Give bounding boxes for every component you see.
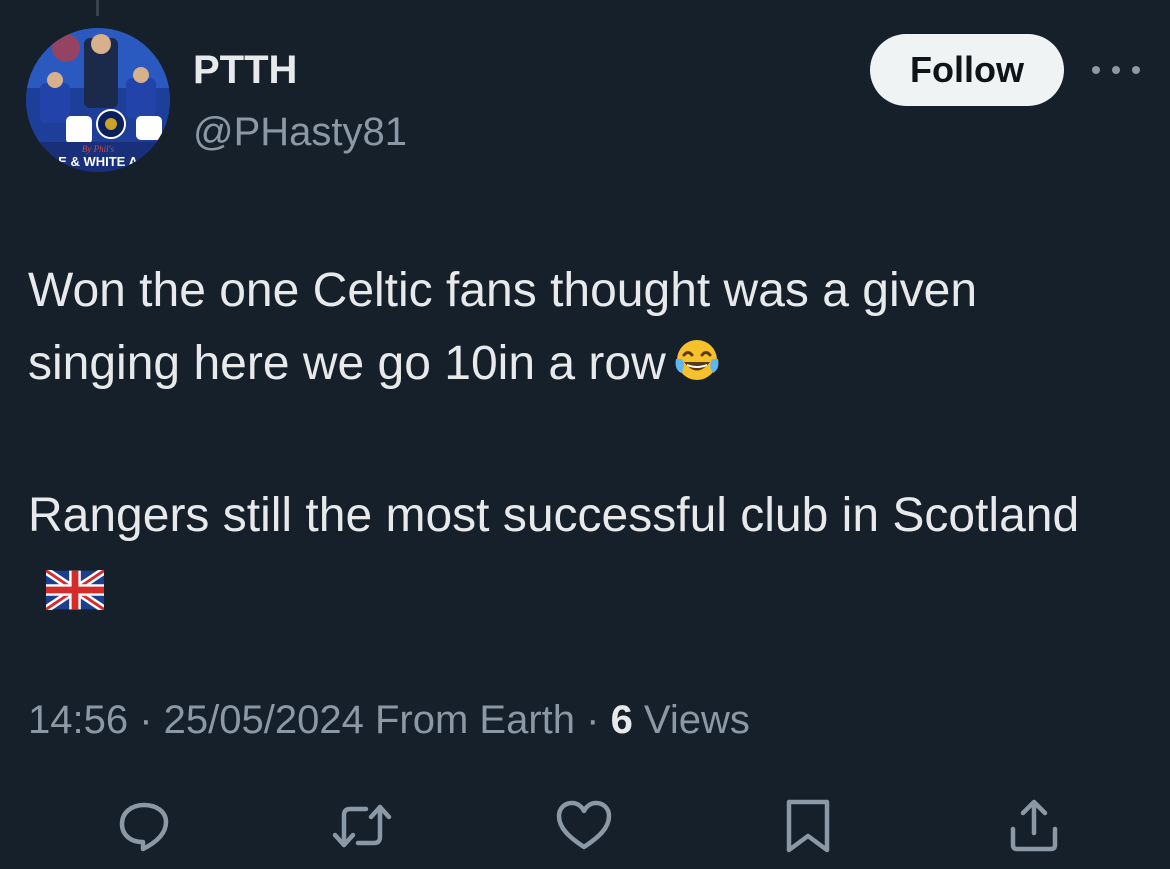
tweet-date[interactable]: 25/05/2024	[164, 698, 364, 742]
avatar-image: By Phil's E & WHITE A	[26, 28, 170, 172]
tweet-metadata: 14:56 · 25/05/2024 From Earth · 6 Views	[28, 694, 750, 746]
tweet-source: From Earth	[363, 698, 576, 742]
bookmark-icon	[786, 799, 830, 853]
share-button[interactable]	[1002, 794, 1066, 858]
tweet-text: Won the one Celtic fans thought was a gi…	[28, 254, 1138, 631]
author-handle[interactable]: @PHasty81	[193, 106, 407, 158]
face-with-tears-of-joy-icon	[672, 333, 722, 406]
reply-icon	[119, 802, 169, 852]
meta-separator: ·	[128, 698, 164, 742]
avatar-caption-text: E & WHITE A	[58, 154, 138, 169]
heart-icon	[556, 800, 612, 850]
tweet-paragraph-1: Won the one Celtic fans thought was a gi…	[28, 254, 1138, 406]
thread-connector-line	[96, 0, 99, 16]
retweet-button[interactable]	[330, 794, 394, 858]
union-jack-flag-icon	[43, 558, 107, 631]
follow-button[interactable]: Follow	[870, 34, 1064, 106]
like-button[interactable]	[552, 794, 616, 858]
more-dot	[1112, 66, 1120, 74]
tweet-line-1: Won the one Celtic fans thought was a gi…	[28, 264, 978, 390]
tweet-paragraph-2: Rangers still the most successful club i…	[28, 479, 1138, 631]
more-dot	[1132, 66, 1140, 74]
tweet-line-2: Rangers still the most successful club i…	[28, 489, 1080, 542]
reply-button[interactable]	[112, 794, 176, 858]
retweet-icon	[332, 804, 392, 848]
meta-separator: ·	[575, 698, 611, 742]
avatar-script-text: By Phil's	[82, 144, 115, 154]
avatar[interactable]: By Phil's E & WHITE A	[26, 28, 170, 172]
views-count[interactable]: 6	[611, 698, 633, 742]
views-label[interactable]: Views	[633, 698, 750, 742]
author-display-name[interactable]: PTTH	[193, 44, 297, 96]
share-icon	[1010, 799, 1058, 852]
more-icon[interactable]	[1092, 58, 1140, 82]
bookmark-button[interactable]	[776, 794, 840, 858]
tweet-time[interactable]: 14:56	[28, 698, 128, 742]
more-dot	[1092, 66, 1100, 74]
